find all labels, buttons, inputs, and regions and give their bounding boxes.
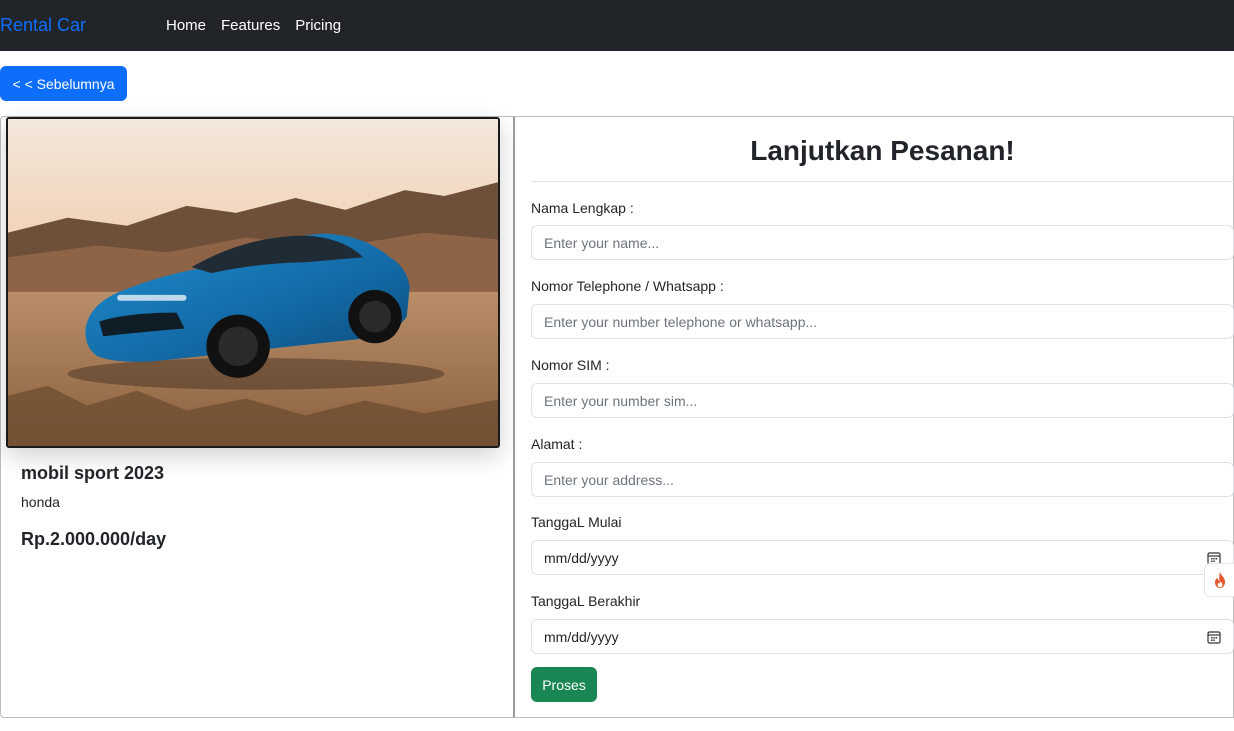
end-date-value: mm/dd/yyyy: [544, 628, 619, 645]
address-label: Alamat :: [531, 436, 583, 452]
back-button[interactable]: < < Sebelumnya: [0, 66, 127, 101]
start-date-label: TanggaL Mulai: [531, 514, 622, 530]
proses-button[interactable]: Proses: [531, 667, 597, 702]
side-widget[interactable]: [1204, 563, 1234, 597]
car-price: Rp.2.000.000/day: [21, 529, 167, 549]
car-brand: honda: [21, 494, 60, 510]
end-date-input[interactable]: mm/dd/yyyy: [531, 619, 1234, 654]
car-title: mobil sport 2023: [21, 463, 165, 483]
sim-label: Nomor SIM :: [531, 357, 610, 373]
address-input[interactable]: [531, 462, 1234, 497]
end-date-label: TanggaL Berakhir: [531, 593, 641, 609]
fire-icon: [1214, 572, 1225, 588]
nav-link-features[interactable]: Features: [221, 17, 280, 34]
form-title: Lanjutkan Pesanan!: [750, 135, 1015, 166]
phone-label: Nomor Telephone / Whatsapp :: [531, 278, 724, 294]
start-date-input[interactable]: mm/dd/yyyy: [531, 540, 1234, 575]
title-divider: [531, 181, 1234, 182]
nav-link-home[interactable]: Home: [166, 17, 206, 34]
car-image: [6, 117, 500, 448]
brand-link[interactable]: Rental Car: [0, 15, 86, 36]
name-label: Nama Lengkap :: [531, 200, 634, 216]
car-photo: [8, 119, 498, 446]
nav-links: Home Features Pricing: [166, 17, 341, 34]
phone-input[interactable]: [531, 304, 1234, 339]
sim-input[interactable]: [531, 383, 1234, 418]
nav-link-pricing[interactable]: Pricing: [295, 17, 341, 34]
name-input[interactable]: [531, 225, 1234, 260]
calendar-icon[interactable]: [1207, 630, 1221, 644]
start-date-value: mm/dd/yyyy: [544, 549, 619, 566]
car-card: mobil sport 2023 honda Rp.2.000.000/day: [0, 116, 515, 718]
order-form-card: Lanjutkan Pesanan! Nama Lengkap : Nomor …: [513, 116, 1234, 718]
top-navbar: Rental Car Home Features Pricing: [0, 0, 1234, 51]
